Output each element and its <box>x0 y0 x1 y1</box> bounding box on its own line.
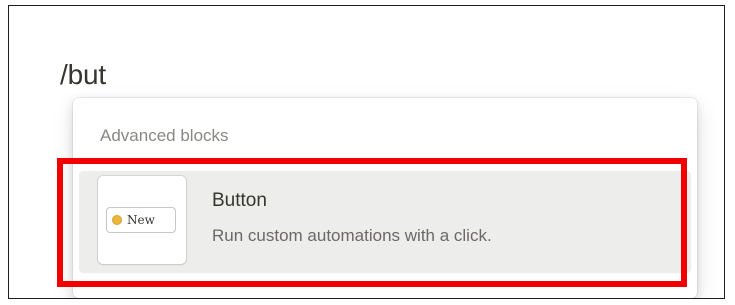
block-suggestion-menu: Advanced blocks New Button Run custom au… <box>73 98 697 298</box>
button-block-thumbnail: New <box>98 176 186 264</box>
new-badge: New <box>106 207 176 233</box>
menu-item-button-block[interactable]: New Button Run custom automations with a… <box>79 171 691 273</box>
new-badge-label: New <box>127 213 155 227</box>
screenshot-frame: /but Advanced blocks New Button Run cust… <box>8 5 725 299</box>
menu-item-description: Run custom automations with a click. <box>212 226 492 245</box>
menu-section-header: Advanced blocks <box>100 126 229 145</box>
slash-command-text[interactable]: /but <box>60 59 106 91</box>
menu-item-title: Button <box>212 190 267 211</box>
badge-dot-icon <box>112 215 122 225</box>
